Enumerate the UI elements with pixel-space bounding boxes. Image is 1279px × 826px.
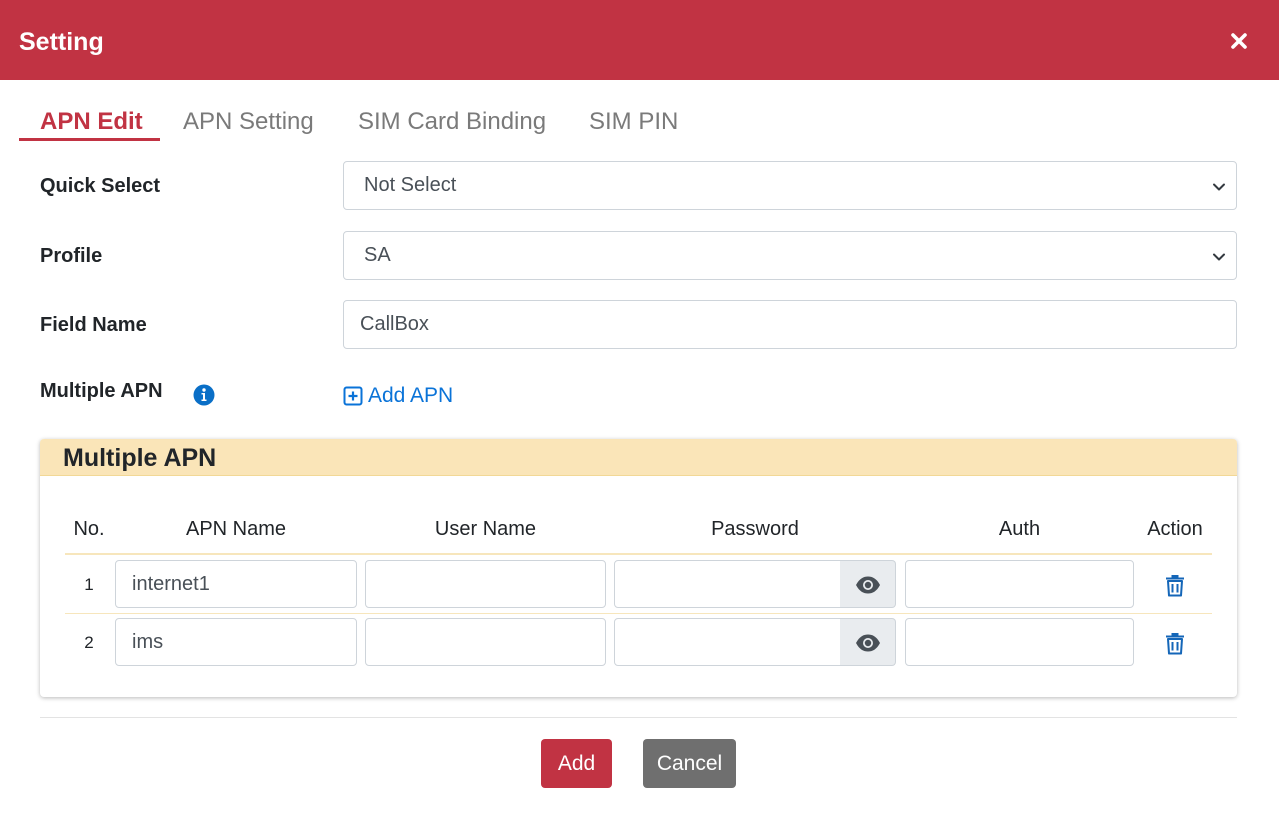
column-header-apn-name: APN Name — [185, 518, 287, 540]
tab-apn-edit[interactable]: APN Edit — [40, 104, 143, 140]
column-header-password: Password — [711, 518, 799, 540]
column-header-action: Action — [1147, 518, 1203, 540]
password-input[interactable] — [614, 560, 841, 608]
tab-sim-card-binding[interactable]: SIM Card Binding — [358, 104, 546, 140]
row-divider — [65, 613, 1212, 614]
trash-icon[interactable] — [1164, 573, 1186, 597]
apn-name-input[interactable]: internet1 — [115, 560, 357, 608]
apn-name-input[interactable]: ims — [115, 618, 357, 666]
tab-apn-setting[interactable]: APN Setting — [183, 104, 314, 140]
field-name-input[interactable]: CallBox — [343, 300, 1237, 349]
dialog-title: Setting — [19, 28, 104, 56]
cancel-button[interactable]: Cancel — [643, 739, 736, 788]
column-header-user-name: User Name — [434, 518, 537, 540]
field-name-label: Field Name — [40, 314, 147, 336]
eye-icon — [856, 634, 880, 652]
profile-dropdown[interactable]: SA — [343, 231, 1237, 280]
user-name-input[interactable] — [365, 618, 606, 666]
card-header: Multiple APN — [40, 439, 1237, 476]
footer-divider — [40, 717, 1237, 718]
profile-value: SA — [364, 244, 391, 266]
card-title: Multiple APN — [63, 444, 217, 472]
add-apn-button[interactable]: Add APN — [343, 382, 453, 410]
profile-label: Profile — [40, 245, 103, 267]
column-header-no: No. — [73, 518, 105, 540]
row-number: 1 — [84, 575, 94, 594]
plus-square-icon — [343, 386, 363, 406]
close-icon[interactable] — [1226, 28, 1252, 54]
field-name-value: CallBox — [360, 313, 429, 335]
quick-select-value: Not Select — [364, 174, 457, 196]
chevron-down-icon — [1213, 253, 1225, 261]
trash-icon[interactable] — [1164, 631, 1186, 655]
show-password-button[interactable] — [840, 618, 896, 666]
add-button[interactable]: Add — [541, 739, 612, 788]
row-number: 2 — [84, 633, 94, 652]
apn-name-value: ims — [132, 631, 164, 653]
apn-name-value: internet1 — [132, 573, 210, 595]
add-apn-label: Add APN — [368, 384, 454, 407]
dialog-header: Setting — [0, 0, 1279, 80]
chevron-down-icon — [1213, 183, 1225, 191]
info-icon[interactable] — [193, 384, 215, 406]
auth-input[interactable] — [905, 618, 1134, 666]
eye-icon — [856, 576, 880, 594]
active-tab-underline — [19, 138, 160, 141]
tab-sim-pin[interactable]: SIM PIN — [589, 104, 678, 140]
multiple-apn-label: Multiple APN — [40, 380, 163, 402]
show-password-button[interactable] — [840, 560, 896, 608]
user-name-input[interactable] — [365, 560, 606, 608]
column-header-auth: Auth — [998, 518, 1041, 540]
quick-select-label: Quick Select — [40, 175, 161, 197]
table-header-divider — [65, 553, 1212, 555]
password-input[interactable] — [614, 618, 841, 666]
quick-select-dropdown[interactable]: Not Select — [343, 161, 1237, 210]
auth-input[interactable] — [905, 560, 1134, 608]
